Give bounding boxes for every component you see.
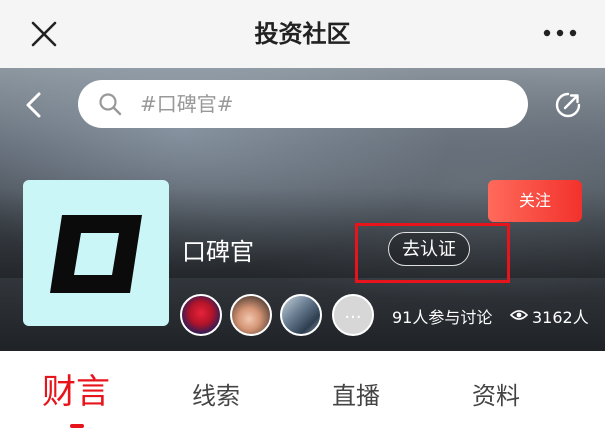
avatar[interactable]	[180, 294, 222, 336]
avatar[interactable]	[280, 294, 322, 336]
active-tab-indicator	[70, 424, 84, 428]
discussion-count: 91人参与讨论	[392, 308, 493, 327]
follow-button[interactable]: 关注	[488, 180, 582, 222]
topic-hero-banner: #口碑官# 口碑官 去认证 关注 ... 91人参与讨论 3162人	[0, 68, 605, 351]
tab-bar: 财言 线索 直播 资料	[0, 351, 605, 435]
topic-logo-glyph	[50, 215, 142, 293]
tab-xiansuo[interactable]: 线索	[176, 351, 256, 435]
tab-caiyan[interactable]: 财言	[30, 351, 122, 435]
view-count: 3162人	[532, 308, 589, 327]
search-icon	[99, 93, 122, 116]
close-icon[interactable]	[30, 20, 58, 48]
share-icon[interactable]	[553, 90, 583, 120]
more-icon[interactable]	[543, 26, 577, 40]
search-input[interactable]: #口碑官#	[78, 80, 528, 128]
topic-logo	[23, 180, 169, 326]
top-bar: 投资社区	[0, 0, 605, 68]
eye-icon	[510, 310, 528, 320]
page-title: 投资社区	[254, 20, 351, 48]
highlight-box	[355, 223, 510, 283]
more-avatars-button[interactable]: ...	[332, 294, 374, 336]
search-text: #口碑官#	[140, 92, 234, 116]
topic-name: 口碑官	[182, 238, 254, 266]
tab-ziliao[interactable]: 资料	[456, 351, 536, 435]
back-arrow-icon[interactable]	[22, 91, 46, 119]
participant-avatars[interactable]: ...	[180, 294, 380, 338]
tab-zhibo[interactable]: 直播	[316, 351, 396, 435]
avatar[interactable]	[230, 294, 272, 336]
